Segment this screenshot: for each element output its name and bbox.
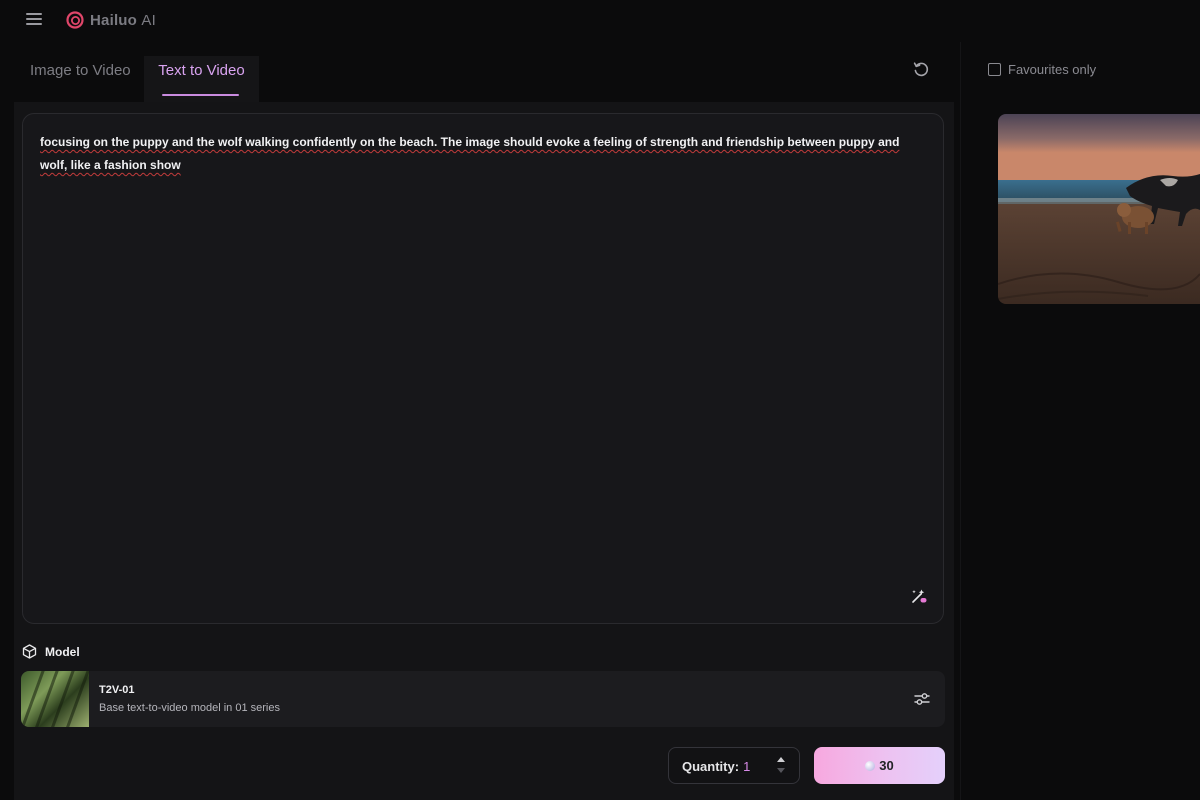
magic-enhance-icon[interactable] [910, 587, 928, 605]
mode-tabs: Image to Video Text to Video [14, 56, 954, 102]
generate-credits: 30 [879, 758, 894, 773]
app-name-main: Hailuo [90, 11, 138, 29]
reset-icon[interactable] [912, 60, 930, 78]
checkbox-icon[interactable] [988, 63, 1001, 76]
video-preview-image [998, 114, 1200, 304]
quantity-label-text: Quantity: [682, 759, 740, 774]
app-name-suffix: AI [141, 11, 156, 29]
gem-icon [865, 760, 876, 771]
model-section-header: Model [22, 644, 80, 659]
app-name: Hailuo AI [90, 12, 156, 29]
logo[interactable]: Hailuo AI [66, 11, 156, 29]
video-thumbnail[interactable] [998, 114, 1200, 304]
active-tab-underline [162, 94, 239, 96]
quantity-decrease-icon[interactable] [777, 768, 785, 773]
hailuo-logo-icon [66, 11, 84, 29]
quantity-increase-icon[interactable] [777, 757, 785, 762]
quantity-value[interactable]: 1 [743, 759, 750, 774]
model-name: T2V-01 [99, 684, 135, 696]
model-section-label: Model [45, 644, 80, 659]
model-description: Base text-to-video model in 01 series [99, 702, 280, 714]
model-selector[interactable]: T2V-01 Base text-to-video model in 01 se… [21, 671, 945, 727]
main-panel: focusing on the puppy and the wolf walki… [14, 102, 954, 800]
quantity-label: Quantity: 1 [682, 759, 750, 774]
prompt-text[interactable]: focusing on the puppy and the wolf walki… [40, 131, 930, 177]
sliders-icon[interactable] [913, 690, 931, 708]
tab-text-to-video-label: Text to Video [158, 62, 245, 79]
quantity-stepper[interactable]: Quantity: 1 [668, 747, 800, 784]
favourites-label: Favourites only [1008, 62, 1097, 77]
favourites-filter[interactable]: Favourites only [988, 62, 1096, 77]
top-bar: Hailuo AI [0, 0, 1200, 42]
generate-button[interactable]: 30 [814, 747, 945, 784]
menu-icon[interactable] [26, 13, 42, 27]
prompt-textarea[interactable]: focusing on the puppy and the wolf walki… [22, 113, 944, 624]
cube-icon [22, 644, 37, 659]
column-divider [960, 42, 961, 800]
tab-image-to-video[interactable]: Image to Video [18, 56, 143, 102]
tab-text-to-video[interactable]: Text to Video [144, 56, 259, 102]
model-thumbnail [21, 671, 91, 727]
quantity-arrows[interactable] [775, 756, 787, 778]
